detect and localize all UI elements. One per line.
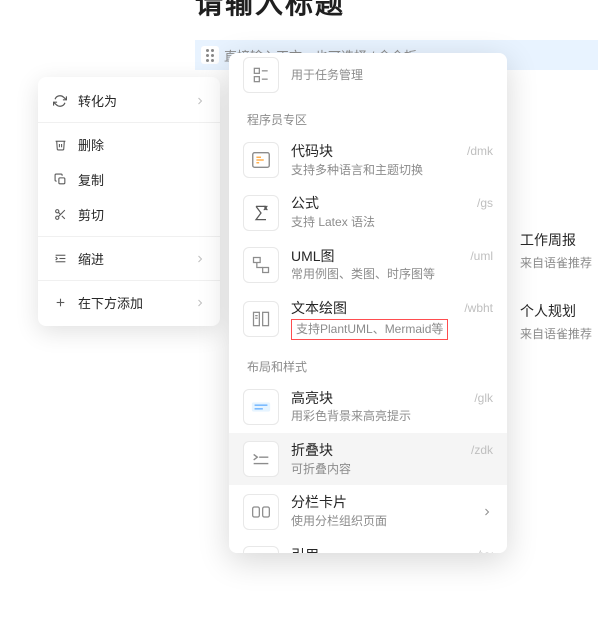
block-title: 高亮块 [291, 389, 466, 409]
shortcut: /dmk [467, 144, 493, 158]
code-icon [243, 142, 279, 178]
template-card-weekly[interactable]: 工作周报 来自语雀推荐 [520, 230, 598, 271]
highlight-icon [243, 389, 279, 425]
menu-add-below[interactable]: 在下方添加 [38, 285, 220, 320]
card-title: 工作周报 [520, 230, 598, 250]
menu-delete[interactable]: 删除 [38, 127, 220, 162]
chevron-right-icon [194, 95, 206, 107]
card-subtitle: 来自语雀推荐 [520, 254, 598, 271]
block-desc: 常用例图、类图、时序图等 [291, 266, 462, 283]
svg-text:x: x [264, 205, 267, 211]
task-icon [243, 57, 279, 93]
template-cards: 工作周报 来自语雀推荐 个人规划 来自语雀推荐 [520, 230, 598, 372]
menu-label: 复制 [78, 170, 104, 189]
columns-icon [243, 494, 279, 530]
card-subtitle: 来自语雀推荐 [520, 325, 598, 342]
menu-transform[interactable]: 转化为 [38, 83, 220, 118]
shortcut: /glk [474, 391, 493, 405]
block-title: 公式 [291, 194, 469, 214]
block-desc: 可折叠内容 [291, 461, 463, 478]
block-title: 文本绘图 [291, 299, 456, 319]
card-title: 个人规划 [520, 301, 598, 321]
block-desc-highlighted: 支持PlantUML、Mermaid等 [291, 319, 448, 340]
plus-icon [52, 295, 68, 311]
shortcut: /uml [470, 249, 493, 263]
block-text-draw[interactable]: 文本绘图 支持PlantUML、Mermaid等 /wbht [229, 291, 507, 347]
uml-icon [243, 247, 279, 283]
scissors-icon [52, 207, 68, 223]
block-code[interactable]: 代码块 支持多种语言和主题切换 /dmk [229, 134, 507, 186]
menu-indent[interactable]: 缩进 [38, 241, 220, 276]
divider [38, 122, 220, 123]
drag-handle-icon[interactable] [201, 46, 219, 64]
refresh-icon [52, 93, 68, 109]
page-title: 请输入标题 [195, 0, 345, 22]
menu-label: 转化为 [78, 91, 117, 110]
block-task[interactable]: 用于任务管理 [229, 53, 507, 101]
block-collapse[interactable]: 折叠块 可折叠内容 /zdk [229, 433, 507, 485]
section-label-layout: 布局和样式 [229, 348, 507, 381]
block-desc: 支持多种语言和主题切换 [291, 162, 459, 179]
template-card-plan[interactable]: 个人规划 来自语雀推荐 [520, 301, 598, 342]
block-uml[interactable]: UML图 常用例图、类图、时序图等 /uml [229, 239, 507, 291]
block-title: UML图 [291, 247, 462, 267]
divider [38, 280, 220, 281]
block-desc: 用于任务管理 [291, 67, 493, 84]
block-desc: 使用分栏组织页面 [291, 513, 481, 530]
shortcut: /zdk [471, 443, 493, 457]
menu-label: 缩进 [78, 249, 104, 268]
indent-icon [52, 251, 68, 267]
block-columns[interactable]: 分栏卡片 使用分栏组织页面 [229, 485, 507, 537]
divider [38, 236, 220, 237]
block-quote[interactable]: 引用 插入引用格式 /yy [229, 538, 507, 553]
shortcut: /yy [478, 548, 493, 553]
block-desc: 用彩色背景来高亮提示 [291, 408, 466, 425]
block-title: 分栏卡片 [291, 493, 481, 513]
section-label-dev: 程序员专区 [229, 101, 507, 134]
trash-icon [52, 137, 68, 153]
chevron-right-icon [194, 297, 206, 309]
block-type-menu: 用于任务管理 程序员专区 代码块 支持多种语言和主题切换 /dmk x 公式 支… [229, 53, 507, 553]
collapse-icon [243, 441, 279, 477]
block-highlight[interactable]: 高亮块 用彩色背景来高亮提示 /glk [229, 381, 507, 433]
copy-icon [52, 172, 68, 188]
shortcut: /wbht [464, 301, 493, 315]
menu-label: 在下方添加 [78, 293, 143, 312]
shortcut: /gs [477, 196, 493, 210]
block-title: 引用 [291, 546, 470, 553]
context-menu: 转化为 删除 复制 剪切 缩进 在下方添加 [38, 77, 220, 326]
menu-label: 剪切 [78, 205, 104, 224]
menu-label: 删除 [78, 135, 104, 154]
chevron-right-icon [481, 506, 493, 518]
block-desc: 支持 Latex 语法 [291, 214, 469, 231]
menu-copy[interactable]: 复制 [38, 162, 220, 197]
block-title: 折叠块 [291, 441, 463, 461]
quote-icon [243, 546, 279, 553]
sigma-icon: x [243, 195, 279, 231]
block-title: 代码块 [291, 142, 459, 162]
menu-cut[interactable]: 剪切 [38, 197, 220, 232]
chevron-right-icon [194, 253, 206, 265]
block-formula[interactable]: x 公式 支持 Latex 语法 /gs [229, 186, 507, 238]
text-draw-icon [243, 301, 279, 337]
